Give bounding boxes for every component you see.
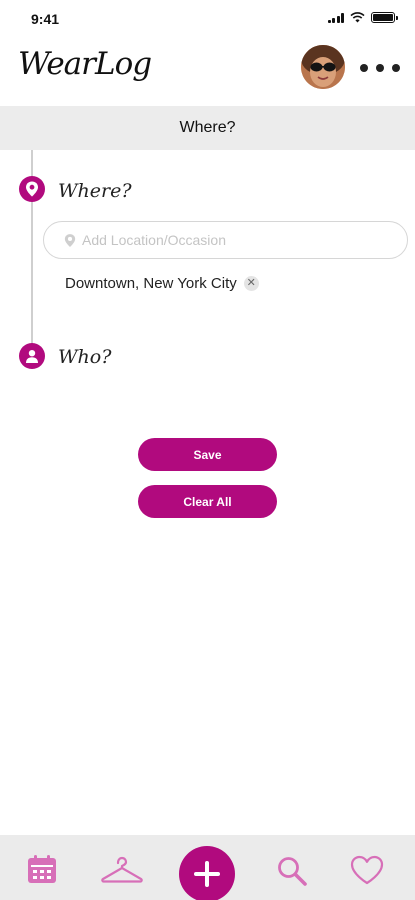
who-label: Who? — [58, 346, 112, 368]
nav-wardrobe[interactable] — [101, 856, 143, 884]
location-tag: Downtown, New York City ✕ — [65, 275, 259, 292]
nav-favorites[interactable] — [350, 855, 384, 885]
hanger-icon — [101, 856, 143, 883]
status-time: 9:41 — [31, 11, 60, 27]
wifi-icon — [350, 12, 365, 23]
clear-all-button[interactable]: Clear All — [138, 485, 277, 518]
person-icon — [19, 343, 45, 369]
location-search-field[interactable] — [43, 221, 408, 259]
heart-icon — [350, 855, 384, 885]
user-avatar-photo — [301, 45, 345, 89]
section-title: Where? — [0, 106, 415, 150]
status-icons — [327, 12, 398, 23]
more-options-button[interactable] — [360, 58, 400, 78]
close-icon[interactable]: ✕ — [243, 276, 259, 291]
location-tag-label: Downtown, New York City — [65, 275, 237, 292]
location-pin-icon — [19, 176, 45, 202]
save-button[interactable]: Save — [138, 438, 277, 471]
search-icon — [278, 857, 307, 886]
more-dots-icon — [360, 64, 368, 72]
location-input[interactable] — [82, 232, 382, 248]
avatar[interactable] — [301, 45, 345, 89]
app-logo: WearLog — [18, 46, 152, 82]
nav-search[interactable] — [276, 855, 308, 887]
nav-calendar[interactable] — [26, 853, 58, 885]
where-label: Where? — [58, 180, 132, 202]
battery-icon — [371, 12, 398, 23]
app-header: WearLog — [0, 38, 415, 102]
status-bar: 9:41 — [0, 0, 415, 36]
location-pin-icon — [64, 233, 76, 247]
plus-icon — [194, 861, 220, 887]
add-button[interactable] — [179, 846, 235, 900]
signal-icon — [327, 12, 344, 23]
calendar-icon — [28, 855, 56, 883]
